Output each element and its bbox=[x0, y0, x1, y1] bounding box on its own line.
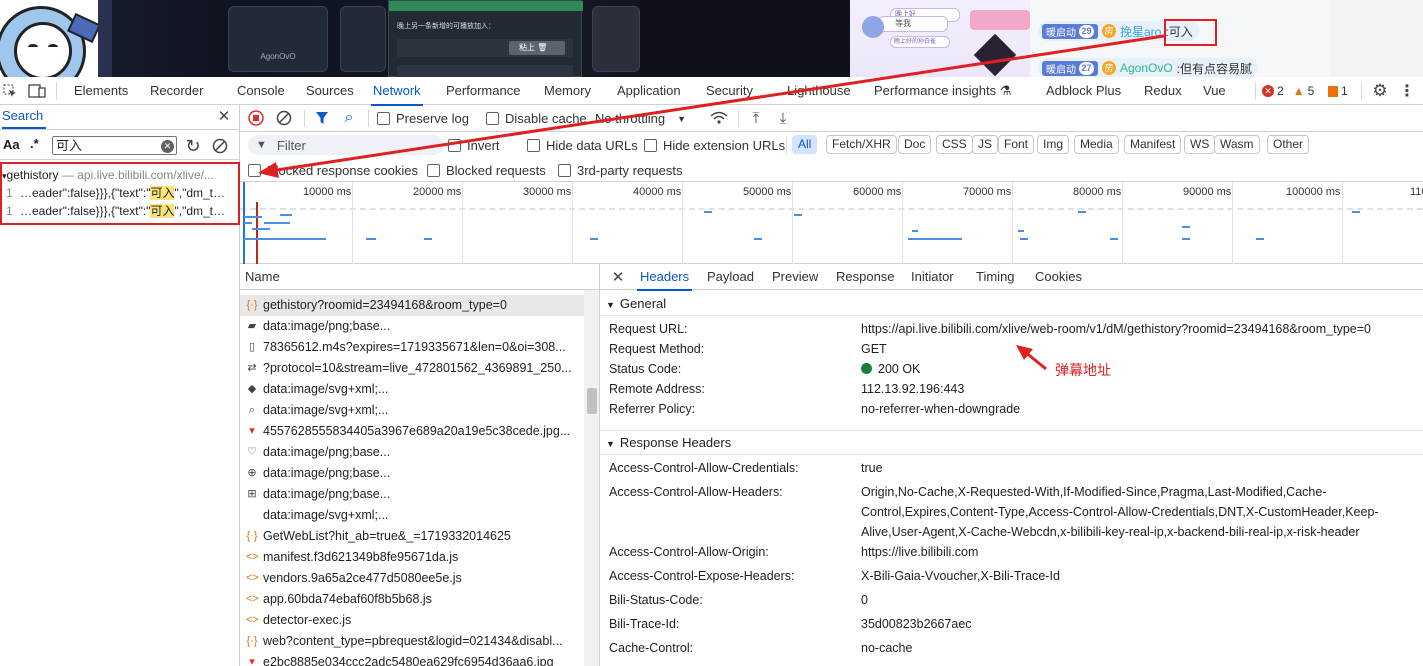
annotation-arrows bbox=[258, 34, 1165, 371]
arrow-line bbox=[269, 34, 1165, 173]
arrow-head bbox=[258, 162, 279, 178]
